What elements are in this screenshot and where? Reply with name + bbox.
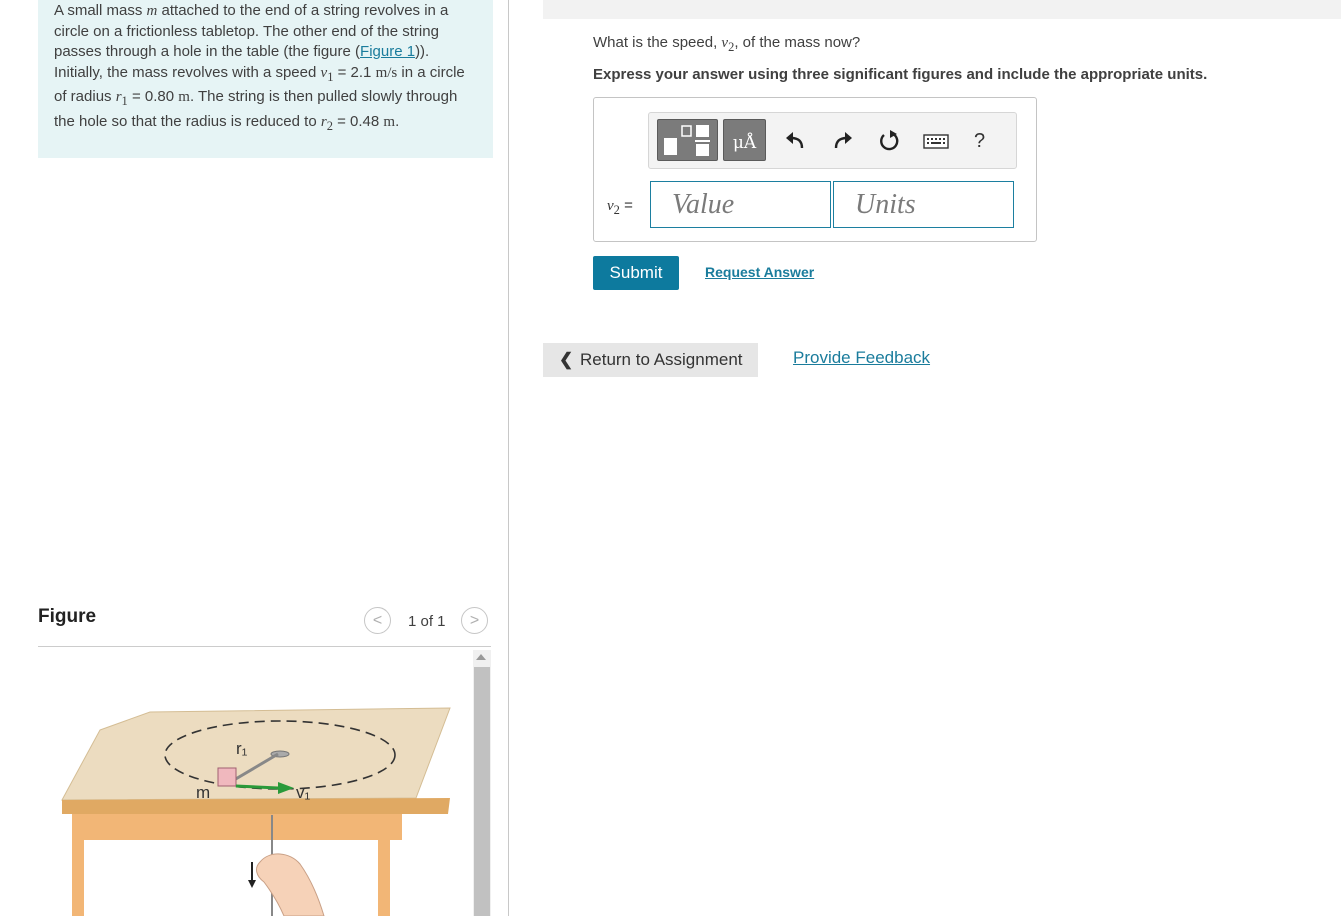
provide-feedback-link[interactable]: Provide Feedback bbox=[793, 348, 930, 368]
figure-page-indicator: 1 of 1 bbox=[408, 613, 446, 630]
figure-title: Figure bbox=[38, 606, 97, 627]
figure-divider bbox=[38, 646, 491, 647]
scroll-up-icon[interactable] bbox=[476, 654, 486, 660]
figure-next-button[interactable]: > bbox=[461, 607, 488, 634]
value-input[interactable] bbox=[650, 181, 831, 228]
answer-equals: = bbox=[619, 197, 633, 214]
answer-var-symbol: v bbox=[607, 198, 614, 214]
speed-unit: m/s bbox=[375, 64, 398, 81]
velocity-arrow bbox=[235, 784, 279, 790]
mass-symbol: m bbox=[146, 3, 158, 19]
pull-arrowhead bbox=[248, 880, 256, 888]
undo-icon[interactable] bbox=[784, 130, 806, 152]
length-unit: m bbox=[178, 89, 190, 105]
help-icon[interactable]: ? bbox=[974, 130, 985, 153]
hand-image bbox=[256, 853, 325, 916]
r2-value: = 0.48 bbox=[332, 112, 384, 130]
table-edge bbox=[62, 798, 450, 814]
label-v1: v₁ bbox=[296, 783, 311, 802]
return-to-assignment-button[interactable]: ❮ Return to Assignment bbox=[543, 343, 758, 377]
panel-divider bbox=[508, 0, 509, 916]
chevron-left-icon: ❮ bbox=[559, 350, 574, 369]
units-icon[interactable]: μÅ bbox=[723, 119, 766, 161]
units-input[interactable] bbox=[833, 181, 1014, 228]
redo-icon[interactable] bbox=[832, 130, 854, 152]
figure-illustration: r₁ m v₁ bbox=[61, 707, 451, 916]
figure-scrollbar-thumb[interactable] bbox=[474, 667, 490, 916]
table-leg-left bbox=[72, 840, 84, 916]
question-prefix: What is the speed, bbox=[593, 34, 722, 51]
label-m: m bbox=[196, 783, 210, 802]
answer-variable-label: v2 = bbox=[607, 197, 633, 218]
problem-text: . bbox=[395, 112, 400, 130]
v1-value: = 2.1 bbox=[333, 63, 376, 81]
return-label: Return to Assignment bbox=[579, 350, 743, 369]
question-text: What is the speed, v2, of the mass now? bbox=[593, 34, 860, 55]
question-suffix: , of the mass now? bbox=[734, 34, 861, 51]
table-apron bbox=[72, 814, 402, 840]
label-r1: r₁ bbox=[236, 739, 248, 758]
problem-text: A small mass bbox=[54, 2, 147, 19]
mass-block bbox=[217, 767, 237, 787]
keyboard-icon[interactable] bbox=[923, 130, 949, 152]
answer-instruction: Express your answer using three signific… bbox=[593, 66, 1208, 83]
table-leg-right bbox=[378, 840, 390, 916]
request-answer-link[interactable]: Request Answer bbox=[705, 264, 814, 280]
figure-prev-button[interactable]: < bbox=[364, 607, 391, 634]
problem-statement: A small mass m attached to the end of a … bbox=[38, 0, 493, 158]
submit-button[interactable]: Submit bbox=[593, 256, 679, 290]
header-strip bbox=[543, 0, 1341, 19]
figure-link[interactable]: Figure 1 bbox=[360, 43, 415, 60]
r1-value: = 0.80 bbox=[127, 88, 179, 105]
length-unit: m bbox=[383, 113, 396, 130]
templates-icon[interactable] bbox=[657, 119, 718, 161]
reset-icon[interactable] bbox=[878, 130, 900, 152]
